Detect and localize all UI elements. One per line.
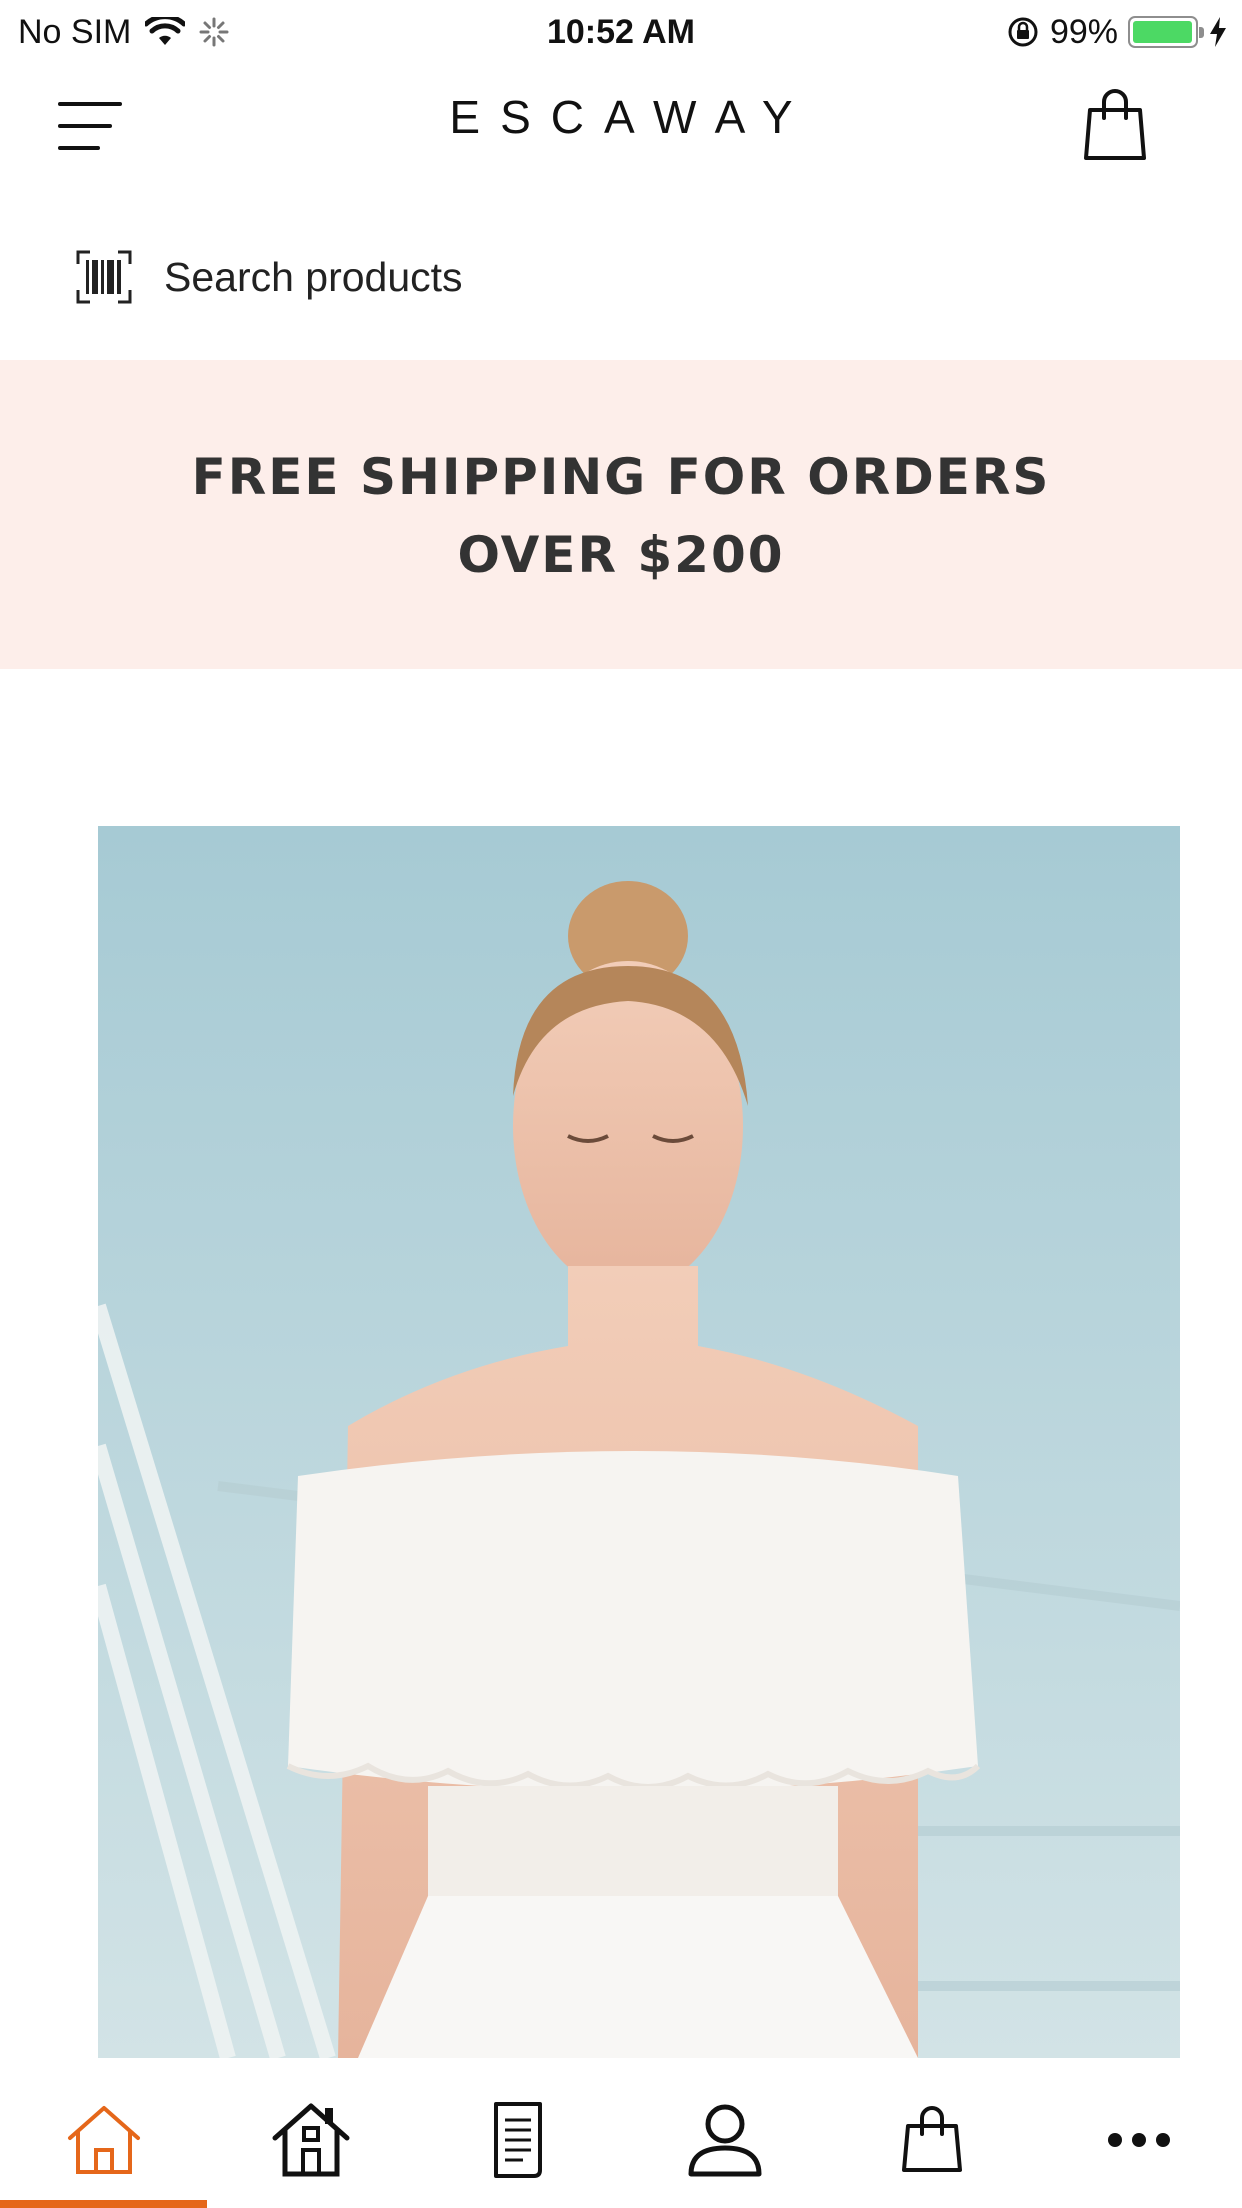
- barcode-scan-icon[interactable]: [76, 250, 132, 304]
- active-tab-indicator: [0, 2200, 207, 2208]
- tab-home[interactable]: [0, 2066, 207, 2208]
- app-header: ESCAWAY: [0, 62, 1242, 182]
- charging-bolt-icon: [1210, 17, 1226, 47]
- promo-line-1: FREE SHIPPING FOR ORDERS: [191, 448, 1051, 506]
- profile-icon: [688, 2104, 761, 2177]
- promo-line-2: OVER $200: [457, 526, 785, 584]
- battery-icon: [1128, 16, 1204, 48]
- hero-image[interactable]: [98, 826, 1180, 2058]
- store-icon: [272, 2103, 349, 2177]
- tab-profile[interactable]: [621, 2066, 828, 2208]
- status-bar: No SIM 10:52 AM 99%: [0, 0, 1242, 62]
- shopping-bag-icon: [1084, 89, 1146, 160]
- search-bar[interactable]: Search products: [0, 232, 1242, 322]
- cart-button[interactable]: [1080, 88, 1150, 162]
- promo-banner[interactable]: FREE SHIPPING FOR ORDERS OVER $200: [0, 360, 1242, 669]
- bottom-tab-bar: [0, 2066, 1242, 2208]
- battery-percent: 99%: [1049, 12, 1118, 51]
- more-icon: [1107, 2133, 1170, 2147]
- hero-photo: [98, 826, 1180, 2058]
- shopping-bag-icon: [901, 2106, 962, 2172]
- tab-bag[interactable]: [828, 2066, 1035, 2208]
- battery-level: [1133, 21, 1193, 43]
- search-input[interactable]: Search products: [164, 250, 463, 304]
- tab-store[interactable]: [207, 2066, 414, 2208]
- status-right: 99%: [1006, 10, 1228, 54]
- tab-orders[interactable]: [414, 2066, 621, 2208]
- document-icon: [493, 2102, 542, 2178]
- tab-more[interactable]: [1035, 2066, 1242, 2208]
- brand-logo[interactable]: ESCAWAY: [0, 90, 1242, 144]
- orientation-lock-icon: [1008, 17, 1038, 47]
- home-icon: [67, 2106, 140, 2174]
